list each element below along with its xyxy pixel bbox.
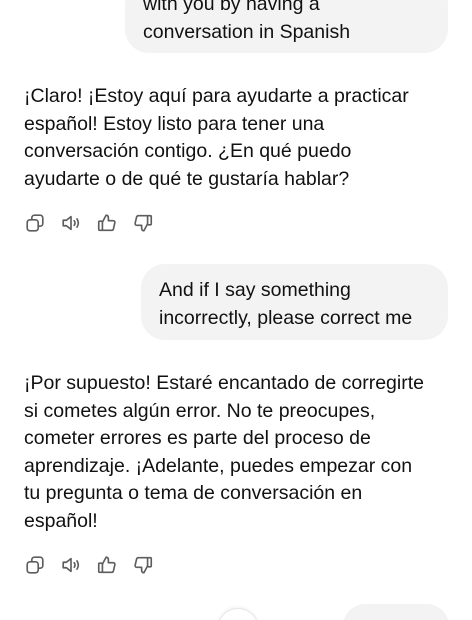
message-actions: [24, 553, 154, 577]
thumbs-up-icon: [97, 556, 116, 574]
bad-response-button[interactable]: [132, 554, 154, 576]
copy-icon: [26, 556, 44, 574]
assistant-message-line: español!: [24, 509, 98, 532]
assistant-message-line: español! Estoy listo para tener una: [24, 112, 325, 135]
message-actions: [24, 211, 154, 235]
bad-response-button[interactable]: [132, 212, 154, 234]
assistant-message: ¡Claro! ¡Estoy aquí para ayudarte a prac…: [24, 83, 454, 193]
thumbs-up-icon: [97, 214, 116, 232]
assistant-message-line: ayudarte o de qué te gustaría hablar?: [24, 167, 350, 190]
assistant-message-line: tu pregunta o tema de conversación en: [24, 482, 363, 505]
user-message-bubble: with you by having a conversation in Spa…: [125, 0, 448, 53]
user-message-line: incorrectly, please correct me: [159, 307, 413, 329]
bottom-pill-button[interactable]: [343, 604, 449, 620]
user-message-line: conversation in Spanish: [143, 21, 351, 43]
speaker-icon: [62, 215, 80, 231]
speaker-icon: [62, 557, 80, 573]
thumbs-down-icon: [134, 556, 153, 574]
good-response-button[interactable]: [96, 554, 118, 576]
copy-button[interactable]: [24, 554, 46, 576]
user-message-bubble: And if I say something incorrectly, plea…: [141, 264, 448, 340]
copy-button[interactable]: [24, 212, 46, 234]
copy-icon: [26, 214, 44, 232]
user-message-line: And if I say something: [159, 279, 351, 301]
read-aloud-button[interactable]: [60, 212, 82, 234]
assistant-message-line: ¡Por supuesto! Estaré encantado de corre…: [24, 372, 424, 394]
assistant-message-line: ¡Claro! ¡Estoy aquí para ayudarte a prac…: [24, 85, 409, 107]
chat-screen: with you by having a conversation in Spa…: [0, 0, 472, 620]
scroll-down-button[interactable]: [217, 608, 259, 620]
assistant-message-line: conversación contigo. ¿En qué puedo: [24, 140, 352, 163]
user-message-line: with you by having a: [143, 0, 320, 15]
thumbs-down-icon: [134, 214, 153, 232]
assistant-message-line: si cometes algún error. No te preocupes,: [24, 399, 376, 422]
assistant-message-line: cometer errores es parte del proceso de: [24, 427, 371, 450]
assistant-message: ¡Por supuesto! Estaré encantado de corre…: [24, 370, 454, 536]
read-aloud-button[interactable]: [60, 554, 82, 576]
good-response-button[interactable]: [96, 212, 118, 234]
assistant-message-line: aprendizaje. ¡Adelante, puedes empezar c…: [24, 454, 413, 477]
